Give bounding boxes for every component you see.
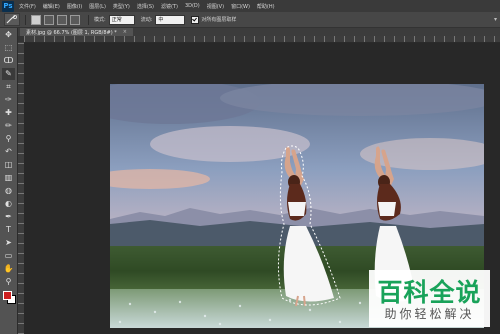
menu-select[interactable]: 选择(S) <box>137 3 154 10</box>
tools-panel: ✥ ⬚ ↀ ✎ ⌗ ✑ ✚ ✏ ⚲ ↶ ◫ ▥ ◍ ◐ ✒ T ➤ ▭ ✋ ⚲ <box>0 28 18 334</box>
new-selection-icon[interactable] <box>31 14 41 25</box>
style-select[interactable]: 正常 <box>108 14 135 25</box>
flow-label: 流动: <box>140 17 153 23</box>
dodge-icon[interactable]: ◐ <box>2 198 15 210</box>
sample-all-layers-checkbox[interactable] <box>191 15 200 24</box>
options-bar: 模式: 正常 流动: 中 对所有图层取样 ▾ <box>0 12 500 28</box>
divider <box>88 14 89 25</box>
path-selection-icon[interactable]: ➤ <box>2 237 15 249</box>
menu-file[interactable]: 文件(F) <box>19 3 36 10</box>
sample-all-layers-label: 对所有图层取样 <box>201 17 237 23</box>
menu-help[interactable]: 帮助(H) <box>257 3 275 10</box>
close-icon[interactable]: × <box>123 29 127 35</box>
watermark-title: 百科全说 <box>377 278 482 307</box>
menu-window[interactable]: 窗口(W) <box>231 3 250 10</box>
eyedropper-icon[interactable]: ✑ <box>2 94 15 106</box>
intersect-selection-icon[interactable] <box>70 14 80 25</box>
menu-view[interactable]: 视图(V) <box>207 3 224 10</box>
healing-icon[interactable]: ✚ <box>2 107 15 119</box>
divider <box>25 14 26 25</box>
horizontal-ruler <box>24 36 500 43</box>
photoshop-logo: Ps <box>2 0 14 12</box>
brush-icon[interactable]: ✏ <box>2 120 15 132</box>
shape-icon[interactable]: ▭ <box>2 250 15 262</box>
flow-select[interactable]: 中 <box>155 14 186 25</box>
menu-3d[interactable]: 3D(D) <box>185 3 200 9</box>
zoom-icon[interactable]: ⚲ <box>2 276 15 288</box>
document-tab[interactable]: 素材.jpg @ 66.7% (图层 1, RGB/8#) * × <box>20 28 133 36</box>
lasso-icon[interactable]: ↀ <box>2 55 15 67</box>
document-tab-bar: 素材.jpg @ 66.7% (图层 1, RGB/8#) * × <box>18 28 500 36</box>
eraser-icon[interactable]: ◫ <box>2 159 15 171</box>
crop-icon[interactable]: ⌗ <box>2 81 15 93</box>
gradient-icon[interactable]: ▥ <box>2 172 15 184</box>
pen-icon[interactable]: ✒ <box>2 211 15 223</box>
quick-selection-icon[interactable] <box>4 13 20 26</box>
menu-edit[interactable]: 编辑(E) <box>43 3 60 10</box>
menu-type[interactable]: 类型(Y) <box>113 3 130 10</box>
quick-selection-icon[interactable]: ✎ <box>2 68 15 80</box>
move-icon[interactable]: ✥ <box>2 29 15 41</box>
marquee-icon[interactable]: ⬚ <box>2 42 15 54</box>
color-swatches[interactable] <box>0 291 17 305</box>
type-icon[interactable]: T <box>2 224 15 236</box>
add-selection-icon[interactable] <box>44 14 54 25</box>
menu-image[interactable]: 图像(I) <box>67 3 82 10</box>
document-tab-title: 素材.jpg @ 66.7% (图层 1, RGB/8#) * <box>26 29 117 36</box>
hand-icon[interactable]: ✋ <box>2 263 15 275</box>
style-label: 模式: <box>94 17 106 23</box>
history-brush-icon[interactable]: ↶ <box>2 146 15 158</box>
foreground-color-swatch[interactable] <box>3 291 12 300</box>
menu-layer[interactable]: 图层(L) <box>89 3 106 10</box>
workspace-icon[interactable]: ▾ <box>494 16 497 23</box>
clone-stamp-icon[interactable]: ⚲ <box>2 133 15 145</box>
watermark-subtitle: 助你轻松解决 <box>384 307 475 321</box>
subtract-selection-icon[interactable] <box>57 14 67 25</box>
menu-filter[interactable]: 滤镜(T) <box>161 3 178 10</box>
vertical-ruler <box>18 42 24 334</box>
watermark-badge: 百科全说 助你轻松解决 <box>369 270 490 327</box>
blur-icon[interactable]: ◍ <box>2 185 15 197</box>
